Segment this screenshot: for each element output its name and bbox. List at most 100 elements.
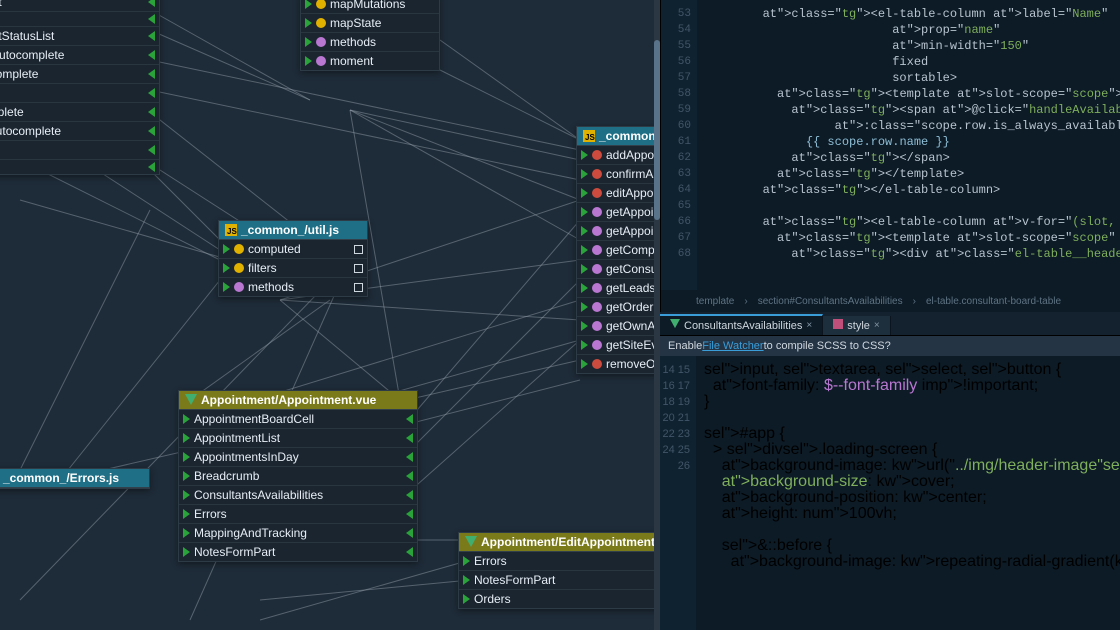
node-member[interactable]: entsAutocomplete xyxy=(0,122,159,141)
output-port-icon[interactable] xyxy=(354,283,363,292)
editor-breadcrumb[interactable]: template› section#ConsultantsAvailabilit… xyxy=(696,292,1120,310)
arrow-out-icon[interactable] xyxy=(148,162,155,172)
member-kind-dot xyxy=(592,150,602,160)
crumb-segment[interactable]: template xyxy=(696,296,734,307)
arrow-out-icon[interactable] xyxy=(406,433,413,443)
dependency-graph-pane[interactable]: ntmentntmentStatusListtantsAutocompleteA… xyxy=(0,0,660,630)
arrow-out-icon[interactable] xyxy=(148,88,155,98)
node-member[interactable]: MappingAndTracking xyxy=(179,524,417,543)
member-kind-dot xyxy=(592,302,602,312)
js-file-icon: JS xyxy=(583,130,595,142)
node-member[interactable]: Breadcrumb xyxy=(179,467,417,486)
member-label: NotesFormPart xyxy=(474,573,555,587)
member-label: getConsul xyxy=(606,262,660,276)
arrow-out-icon[interactable] xyxy=(148,14,155,24)
member-kind-dot xyxy=(592,359,602,369)
node-title: _common_/util.js xyxy=(241,223,339,237)
member-kind-dot xyxy=(316,0,326,9)
member-label: editAppoi xyxy=(606,186,656,200)
node-errors-js[interactable]: JS_common_/Errors.js xyxy=(0,468,150,489)
arrow-out-icon[interactable] xyxy=(406,471,413,481)
arrow-out-icon[interactable] xyxy=(148,31,155,41)
vue-file-icon xyxy=(670,319,680,332)
close-icon[interactable]: × xyxy=(806,320,812,331)
node-member[interactable]: Errors xyxy=(179,505,417,524)
node-member[interactable]: AppointmentList xyxy=(179,429,417,448)
node-member[interactable]: s xyxy=(0,84,159,103)
node-member[interactable]: ConsultantsAvailabilities xyxy=(179,486,417,505)
node-member[interactable]: ntmentStatusList xyxy=(0,27,159,46)
file-watcher-link[interactable]: File Watcher xyxy=(702,340,763,352)
member-kind-dot xyxy=(592,264,602,274)
member-kind-dot xyxy=(592,245,602,255)
output-port-icon[interactable] xyxy=(354,245,363,254)
editor-tabbar[interactable]: ConsultantsAvailabilities × style × xyxy=(660,312,1120,336)
tab-consultants-availabilities[interactable]: ConsultantsAvailabilities × xyxy=(660,314,823,335)
tab-style[interactable]: style × xyxy=(823,316,890,335)
node-member[interactable]: ntment xyxy=(0,0,159,12)
node-title: Appointment/Appointment.vue xyxy=(201,393,376,407)
node-member[interactable]: filters xyxy=(219,259,367,278)
code-bottom[interactable]: sel">input, sel">textarea, sel">select, … xyxy=(696,356,1120,630)
node-member[interactable]: mapMutations xyxy=(301,0,439,14)
node-member[interactable]: moment xyxy=(301,52,439,70)
tab-label: ConsultantsAvailabilities xyxy=(684,320,802,332)
arrow-out-icon[interactable] xyxy=(406,490,413,500)
node-member[interactable]: Autocomplete xyxy=(0,65,159,84)
close-icon[interactable]: × xyxy=(874,320,880,331)
arrow-out-icon[interactable] xyxy=(148,0,155,7)
node-appointment-vue[interactable]: Appointment/Appointment.vue AppointmentB… xyxy=(178,390,418,562)
file-watcher-banner[interactable]: Enable File Watcher to compile SCSS to C… xyxy=(660,336,1120,356)
arrow-out-icon[interactable] xyxy=(406,509,413,519)
member-label: entsAutocomplete xyxy=(0,124,61,138)
arrow-in-icon xyxy=(223,282,230,292)
member-label: Breadcrumb xyxy=(194,469,259,483)
arrow-in-icon xyxy=(183,490,190,500)
node-member[interactable]: tations xyxy=(0,141,159,160)
node-member[interactable] xyxy=(0,160,159,174)
node-member[interactable]: AppointmentsInDay xyxy=(179,448,417,467)
node-member[interactable]: AppointmentBoardCell xyxy=(179,410,417,429)
node-member[interactable]: tocomplete xyxy=(0,103,159,122)
node-member[interactable]: NotesFormPart xyxy=(459,571,687,590)
arrow-in-icon xyxy=(581,245,588,255)
arrow-out-icon[interactable] xyxy=(406,414,413,424)
crumb-segment[interactable]: section#ConsultantsAvailabilities xyxy=(758,296,903,307)
arrow-out-icon[interactable] xyxy=(148,126,155,136)
node-partial-top-left[interactable]: ntment ntmentStatusListtantsAutocompleteA… xyxy=(0,0,160,175)
arrow-out-icon[interactable] xyxy=(148,69,155,79)
line-gutter-bottom: 14 15 16 17 18 19 20 21 22 23 24 25 26 xyxy=(660,356,696,630)
node-member[interactable]: methods xyxy=(219,278,367,296)
node-member[interactable]: methods xyxy=(301,33,439,52)
node-imports[interactable]: mapMutationsmapState methods moment xyxy=(300,0,440,71)
code-top[interactable]: at">class="tg"><el-table-column at">labe… xyxy=(697,0,1120,290)
arrow-out-icon[interactable] xyxy=(406,547,413,557)
arrow-out-icon[interactable] xyxy=(406,528,413,538)
arrow-out-icon[interactable] xyxy=(148,145,155,155)
crumb-segment[interactable]: el-table.consultant-board-table xyxy=(926,296,1061,307)
node-member[interactable]: NotesFormPart xyxy=(179,543,417,561)
node-member[interactable]: Errors xyxy=(459,552,687,571)
output-port-icon[interactable] xyxy=(354,264,363,273)
node-member[interactable] xyxy=(0,12,159,27)
member-label: AppointmentList xyxy=(194,431,280,445)
member-label: ntment xyxy=(0,0,2,9)
arrow-out-icon[interactable] xyxy=(148,107,155,117)
member-label: tocomplete xyxy=(0,105,24,119)
node-title: _common_/Errors.js xyxy=(3,471,119,485)
arrow-in-icon xyxy=(463,575,470,585)
arrow-in-icon xyxy=(581,359,588,369)
member-label: AppointmentBoardCell xyxy=(194,412,314,426)
member-label: getAppoi xyxy=(606,224,653,238)
member-kind-dot xyxy=(592,169,602,179)
member-label: methods xyxy=(330,35,376,49)
node-member[interactable]: tantsAutocomplete xyxy=(0,46,159,65)
node-member[interactable]: Orders xyxy=(459,590,687,608)
member-kind-dot xyxy=(592,188,602,198)
node-util-js[interactable]: JS_common_/util.js computedfiltersmethod… xyxy=(218,220,368,297)
arrow-out-icon[interactable] xyxy=(406,452,413,462)
node-member[interactable]: computed xyxy=(219,240,367,259)
node-member[interactable]: mapState xyxy=(301,14,439,33)
member-kind-dot xyxy=(592,283,602,293)
arrow-out-icon[interactable] xyxy=(148,50,155,60)
